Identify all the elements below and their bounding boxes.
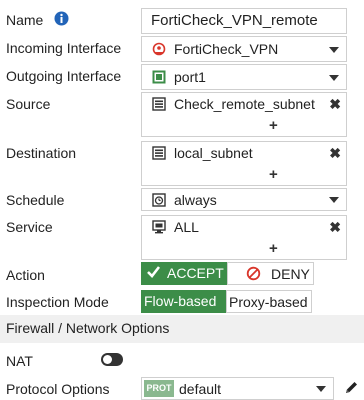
incoming-interface-label: Incoming Interface xyxy=(6,40,122,56)
service-item: ALL xyxy=(174,219,199,235)
name-input-value: FortiCheck_VPN_remote xyxy=(151,12,318,29)
destination-field[interactable]: local_subnet ✖ + xyxy=(141,141,347,186)
flow-based-button[interactable]: Flow-based xyxy=(141,290,226,313)
destination-item: local_subnet xyxy=(174,145,253,161)
port-icon xyxy=(152,70,166,84)
service-icon xyxy=(152,220,166,234)
chevron-down-icon xyxy=(329,75,339,81)
protocol-options-label: Protocol Options xyxy=(6,381,110,397)
address-icon xyxy=(152,97,166,111)
inspection-mode-label: Inspection Mode xyxy=(6,294,109,310)
remove-service-icon[interactable]: ✖ xyxy=(329,220,341,234)
flow-based-label: Flow-based xyxy=(144,293,217,309)
name-label: Name xyxy=(6,12,44,28)
remove-destination-icon[interactable]: ✖ xyxy=(329,146,341,160)
add-service-button[interactable]: + xyxy=(269,241,278,256)
outgoing-interface-label: Outgoing Interface xyxy=(6,68,122,84)
add-destination-button[interactable]: + xyxy=(269,167,278,182)
name-input[interactable]: FortiCheck_VPN_remote xyxy=(141,8,347,34)
proxy-based-label: Proxy-based xyxy=(229,294,308,310)
outgoing-interface-value: port1 xyxy=(174,69,206,85)
service-field[interactable]: ALL ✖ + xyxy=(141,215,347,260)
source-item: Check_remote_subnet xyxy=(174,96,315,112)
schedule-value: always xyxy=(174,192,217,208)
protocol-options-select[interactable]: PROT default xyxy=(141,377,334,400)
service-label: Service xyxy=(6,219,53,235)
source-field[interactable]: Check_remote_subnet ✖ + xyxy=(141,92,347,137)
deny-icon xyxy=(246,266,261,284)
toggle-knob xyxy=(103,355,112,364)
action-label: Action xyxy=(6,267,45,283)
chevron-down-icon xyxy=(316,386,326,392)
schedule-select[interactable]: always xyxy=(141,188,347,211)
deny-label: DENY xyxy=(271,266,310,282)
nat-toggle[interactable] xyxy=(101,353,123,366)
prot-badge: PROT xyxy=(144,380,174,397)
incoming-interface-select[interactable]: FortiCheck_VPN xyxy=(141,36,347,62)
firewall-network-options-header: Firewall / Network Options xyxy=(0,315,364,343)
nat-label: NAT xyxy=(6,353,33,369)
outgoing-interface-select[interactable]: port1 xyxy=(141,64,347,90)
remove-source-icon[interactable]: ✖ xyxy=(329,97,341,111)
destination-label: Destination xyxy=(6,145,77,161)
proxy-based-button[interactable]: Proxy-based xyxy=(226,290,312,313)
chevron-down-icon xyxy=(329,197,339,203)
protocol-options-value: default xyxy=(179,381,222,397)
source-label: Source xyxy=(6,96,51,112)
check-icon xyxy=(146,264,161,282)
chevron-down-icon xyxy=(329,47,339,53)
action-accept-button[interactable]: ACCEPT xyxy=(141,262,227,285)
vpn-tunnel-icon xyxy=(152,42,166,56)
schedule-label: Schedule xyxy=(6,192,65,208)
info-icon[interactable] xyxy=(54,11,69,26)
clock-icon xyxy=(152,193,166,207)
accept-label: ACCEPT xyxy=(167,265,224,281)
section-title: Firewall / Network Options xyxy=(6,320,170,336)
incoming-interface-value: FortiCheck_VPN xyxy=(174,41,279,57)
address-icon xyxy=(152,146,166,160)
edit-pencil-icon[interactable] xyxy=(344,380,359,395)
add-source-button[interactable]: + xyxy=(269,118,278,133)
action-deny-button[interactable]: DENY xyxy=(227,262,314,285)
